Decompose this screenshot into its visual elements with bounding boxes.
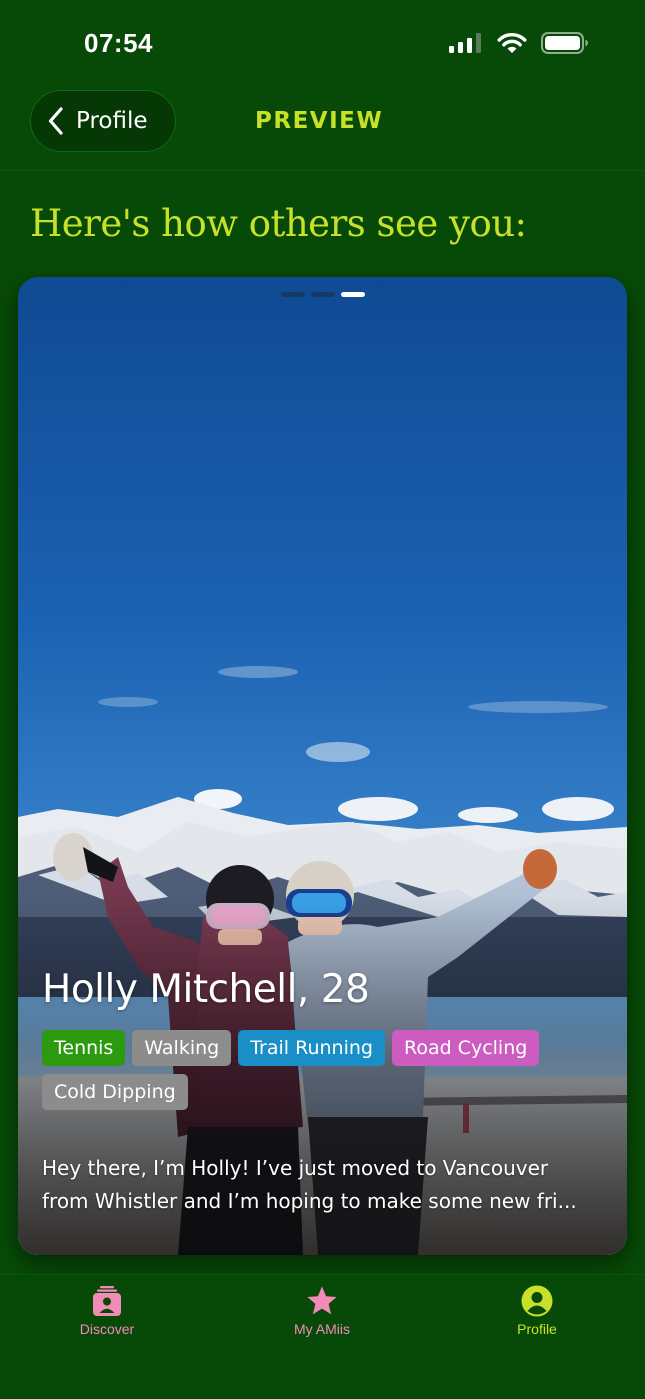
photo-indicators	[281, 292, 365, 297]
page-title: PREVIEW	[255, 108, 384, 134]
person-circle-icon	[521, 1285, 553, 1317]
back-to-profile-button[interactable]: Profile	[30, 90, 176, 152]
status-icons	[449, 32, 589, 54]
status-time: 07:54	[84, 28, 153, 58]
tab-my-amiis[interactable]: My AMiis	[252, 1285, 392, 1337]
profile-bio: Hey there, I’m Holly! I’ve just moved to…	[42, 1152, 602, 1218]
tab-label: Discover	[79, 1321, 135, 1337]
interest-tag: Trail Running	[238, 1030, 385, 1066]
interest-tag: Tennis	[42, 1030, 126, 1066]
battery-icon	[541, 32, 588, 54]
nav-header: Profile PREVIEW	[0, 86, 645, 171]
status-bar: 07:54	[0, 0, 645, 86]
tab-discover[interactable]: Discover	[37, 1285, 177, 1337]
intro-heading: Here's how others see you:	[30, 202, 527, 245]
tab-label: My AMiis	[294, 1321, 350, 1337]
bio-line: from Whistler and I’m hoping to make som…	[42, 1189, 577, 1213]
tab-label: Profile	[517, 1321, 557, 1337]
interest-tag: Walking	[132, 1030, 232, 1066]
profile-preview-card[interactable]: Holly Mitchell, 28 Tennis Walking Trail …	[18, 277, 627, 1255]
tab-profile[interactable]: Profile	[467, 1285, 607, 1337]
photo-indicator[interactable]	[311, 292, 335, 297]
cellular-signal-icon	[449, 33, 481, 53]
photo-indicator-active[interactable]	[341, 292, 365, 297]
bottom-tab-bar: Discover My AMiis Profile	[0, 1274, 645, 1399]
star-icon	[307, 1286, 337, 1315]
interest-tags: Tennis Walking Trail Running Road Cyclin…	[42, 1030, 602, 1110]
back-button-label: Profile	[76, 108, 148, 134]
bio-line: Hey there, I’m Holly! I’ve just moved to…	[42, 1156, 549, 1180]
photo-indicator[interactable]	[281, 292, 305, 297]
wifi-icon	[497, 33, 527, 53]
interest-tag: Cold Dipping	[42, 1074, 188, 1110]
contact-card-icon	[93, 1286, 121, 1316]
interest-tag: Road Cycling	[391, 1030, 540, 1066]
profile-name-age: Holly Mitchell, 28	[42, 967, 370, 1012]
chevron-left-icon	[48, 107, 63, 135]
